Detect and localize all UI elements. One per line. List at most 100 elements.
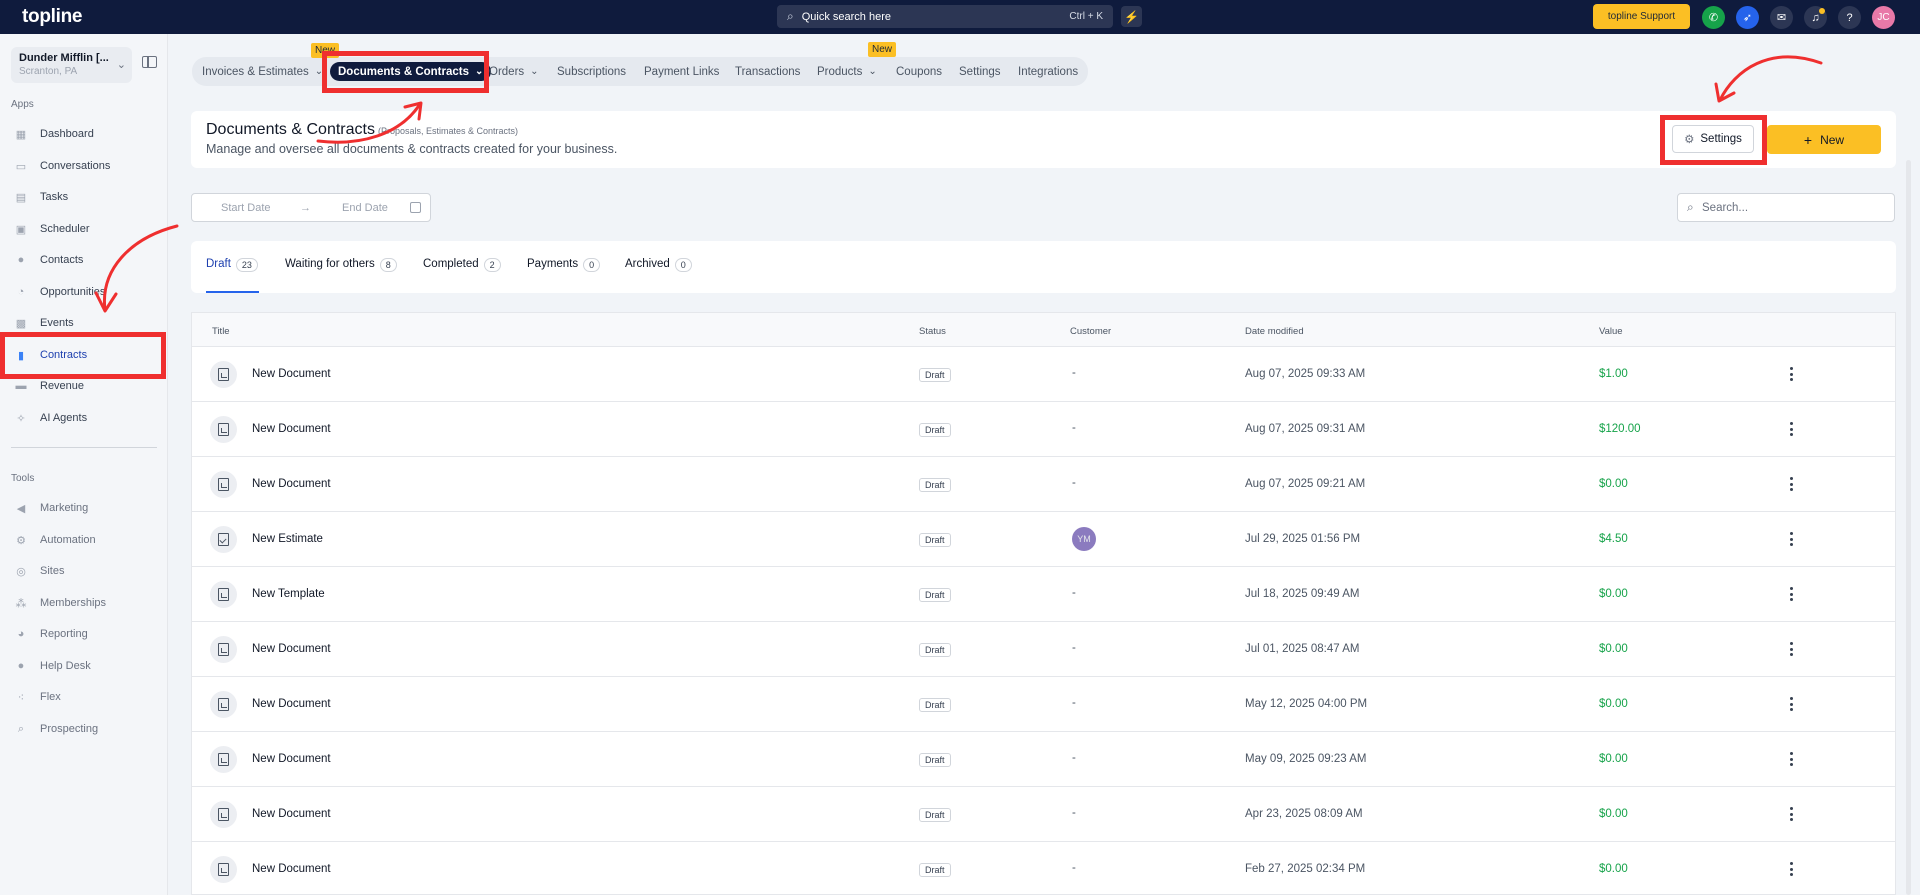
tab-draft[interactable]: Draft 23 (206, 258, 259, 293)
date-range-picker[interactable]: Start Date → End Date (191, 193, 431, 222)
sidebar-collapse-icon[interactable] (142, 56, 157, 68)
row-title[interactable]: New Document (252, 368, 331, 380)
table-row[interactable]: New Document Draft - May 12, 2025 04:00 … (192, 677, 1895, 732)
bell-icon[interactable]: ♫ (1804, 6, 1827, 29)
help-icon[interactable]: ? (1838, 6, 1861, 29)
page-scrollbar[interactable] (1906, 160, 1911, 895)
table-row[interactable]: New Template Draft - Jul 18, 2025 09:49 … (192, 567, 1895, 622)
table-row[interactable]: New Document Draft - Aug 07, 2025 09:21 … (192, 457, 1895, 512)
more-options-icon[interactable] (1786, 639, 1796, 659)
sidebar-item-ai-agents[interactable]: ✧ AI Agents (8, 406, 160, 430)
sidebar-item-help-desk[interactable]: ● Help Desk (8, 654, 160, 678)
calendar-icon[interactable] (410, 202, 421, 213)
row-title[interactable]: New Template (252, 588, 325, 600)
row-title[interactable]: New Document (252, 478, 331, 490)
row-date: Jul 29, 2025 01:56 PM (1245, 533, 1361, 545)
document-icon (210, 636, 237, 663)
more-options-icon[interactable] (1786, 529, 1796, 549)
sidebar-item-tasks[interactable]: ▤ Tasks (8, 185, 160, 209)
table-row[interactable]: New Estimate Draft YM Jul 29, 2025 01:56… (192, 512, 1895, 567)
row-value: $0.00 (1599, 643, 1628, 655)
tab-label: Products (817, 65, 863, 78)
tab-orders[interactable]: Orders ⌄ (489, 57, 539, 86)
sidebar-item-label: Memberships (40, 597, 107, 609)
sidebar-item-sites[interactable]: ◎ Sites (8, 559, 160, 583)
tab-invoices-estimates[interactable]: Invoices & Estimates ⌄ (202, 57, 323, 86)
tab-payments[interactable]: Payments 0 (527, 258, 601, 293)
column-customer[interactable]: Customer (1070, 326, 1111, 337)
more-options-icon[interactable] (1786, 364, 1796, 384)
start-date-field[interactable]: Start Date (221, 202, 271, 214)
row-title[interactable]: New Document (252, 863, 331, 875)
megaphone-icon[interactable]: ✉ (1770, 6, 1793, 29)
sidebar-item-reporting[interactable]: ◕ Reporting (8, 622, 160, 646)
more-options-icon[interactable] (1786, 474, 1796, 494)
user-avatar[interactable]: JC (1872, 6, 1895, 29)
sidebar-item-automation[interactable]: ⚙ Automation (8, 528, 160, 552)
column-status[interactable]: Status (919, 326, 946, 337)
table-row[interactable]: New Document Draft - Aug 07, 2025 09:33 … (192, 347, 1895, 402)
sidebar-item-opportunities[interactable]: ◔ Opportunities (8, 280, 160, 304)
settings-button[interactable]: ⚙ Settings (1672, 125, 1754, 153)
table-row[interactable]: New Document Draft - Apr 23, 2025 08:09 … (192, 787, 1895, 842)
row-value: $0.00 (1599, 808, 1628, 820)
sidebar-item-revenue[interactable]: ▬ Revenue (8, 374, 160, 398)
table-row[interactable]: New Document Draft - May 09, 2025 09:23 … (192, 732, 1895, 787)
tab-archived[interactable]: Archived 0 (625, 258, 692, 293)
end-date-field[interactable]: End Date (342, 202, 388, 214)
sidebar-item-label: Scheduler (40, 223, 90, 235)
table-row[interactable]: New Document Draft - Feb 27, 2025 02:34 … (192, 842, 1895, 894)
row-customer: - (1072, 862, 1076, 874)
row-title[interactable]: New Document (252, 698, 331, 710)
more-options-icon[interactable] (1786, 804, 1796, 824)
more-options-icon[interactable] (1786, 859, 1796, 879)
more-options-icon[interactable] (1786, 419, 1796, 439)
column-title[interactable]: Title (212, 326, 230, 337)
search-input[interactable] (1677, 193, 1895, 222)
sidebar-item-dashboard[interactable]: ▦ Dashboard (8, 122, 160, 146)
tab-documents-contracts[interactable]: Documents & Contracts ⌄ (330, 62, 492, 81)
company-switcher[interactable]: Dunder Mifflin [... Scranton, PA ⌄ (11, 47, 132, 83)
row-title[interactable]: New Estimate (252, 533, 323, 545)
table-row[interactable]: New Document Draft - Aug 07, 2025 09:31 … (192, 402, 1895, 457)
phone-icon[interactable]: ✆ (1702, 6, 1725, 29)
sidebar-item-prospecting[interactable]: ⌕ Prospecting (8, 717, 160, 741)
sidebar-item-scheduler[interactable]: ▣ Scheduler (8, 217, 160, 241)
sidebar-item-contacts[interactable]: ● Contacts (8, 248, 160, 272)
more-options-icon[interactable] (1786, 694, 1796, 714)
quick-search[interactable]: ⌕ Quick search here Ctrl + K (777, 5, 1113, 28)
new-button[interactable]: + New (1767, 125, 1881, 154)
column-date-modified[interactable]: Date modified (1245, 326, 1304, 337)
tab-products[interactable]: Products ⌄ (817, 57, 877, 86)
row-title[interactable]: New Document (252, 643, 331, 655)
sidebar-item-conversations[interactable]: ▭ Conversations (8, 154, 160, 178)
tab-subscriptions[interactable]: Subscriptions (557, 57, 626, 86)
events-icon: ▩ (15, 317, 27, 330)
more-options-icon[interactable] (1786, 749, 1796, 769)
lightning-icon[interactable]: ⚡ (1121, 6, 1142, 27)
sidebar-item-memberships[interactable]: ⁂ Memberships (8, 591, 160, 615)
customer-avatar[interactable]: YM (1072, 527, 1096, 551)
row-title[interactable]: New Document (252, 423, 331, 435)
rocket-icon[interactable]: ➶ (1736, 6, 1759, 29)
table-row[interactable]: New Document Draft - Jul 01, 2025 08:47 … (192, 622, 1895, 677)
sidebar-item-flex[interactable]: ⁖ Flex (8, 685, 160, 709)
tab-payment-links[interactable]: Payment Links (644, 57, 719, 86)
sidebar-item-marketing[interactable]: ◀ Marketing (8, 496, 160, 520)
tab-settings[interactable]: Settings (959, 57, 1001, 86)
sidebar-item-events[interactable]: ▩ Events (8, 311, 160, 335)
more-options-icon[interactable] (1786, 584, 1796, 604)
tab-waiting-for-others[interactable]: Waiting for others 8 (285, 258, 397, 293)
sidebar-item-contracts[interactable]: ▮ Contracts (8, 343, 160, 367)
app-logo[interactable]: topline (22, 6, 82, 28)
tab-completed[interactable]: Completed 2 (423, 258, 501, 293)
annotation-arrow-settings (1718, 55, 1823, 102)
new-button-label: New (1820, 132, 1845, 147)
tab-transactions[interactable]: Transactions (735, 57, 800, 86)
tab-integrations[interactable]: Integrations (1018, 57, 1078, 86)
tab-coupons[interactable]: Coupons (896, 57, 942, 86)
row-title[interactable]: New Document (252, 753, 331, 765)
support-button[interactable]: topline Support (1593, 4, 1690, 29)
row-title[interactable]: New Document (252, 808, 331, 820)
column-value[interactable]: Value (1599, 326, 1623, 337)
